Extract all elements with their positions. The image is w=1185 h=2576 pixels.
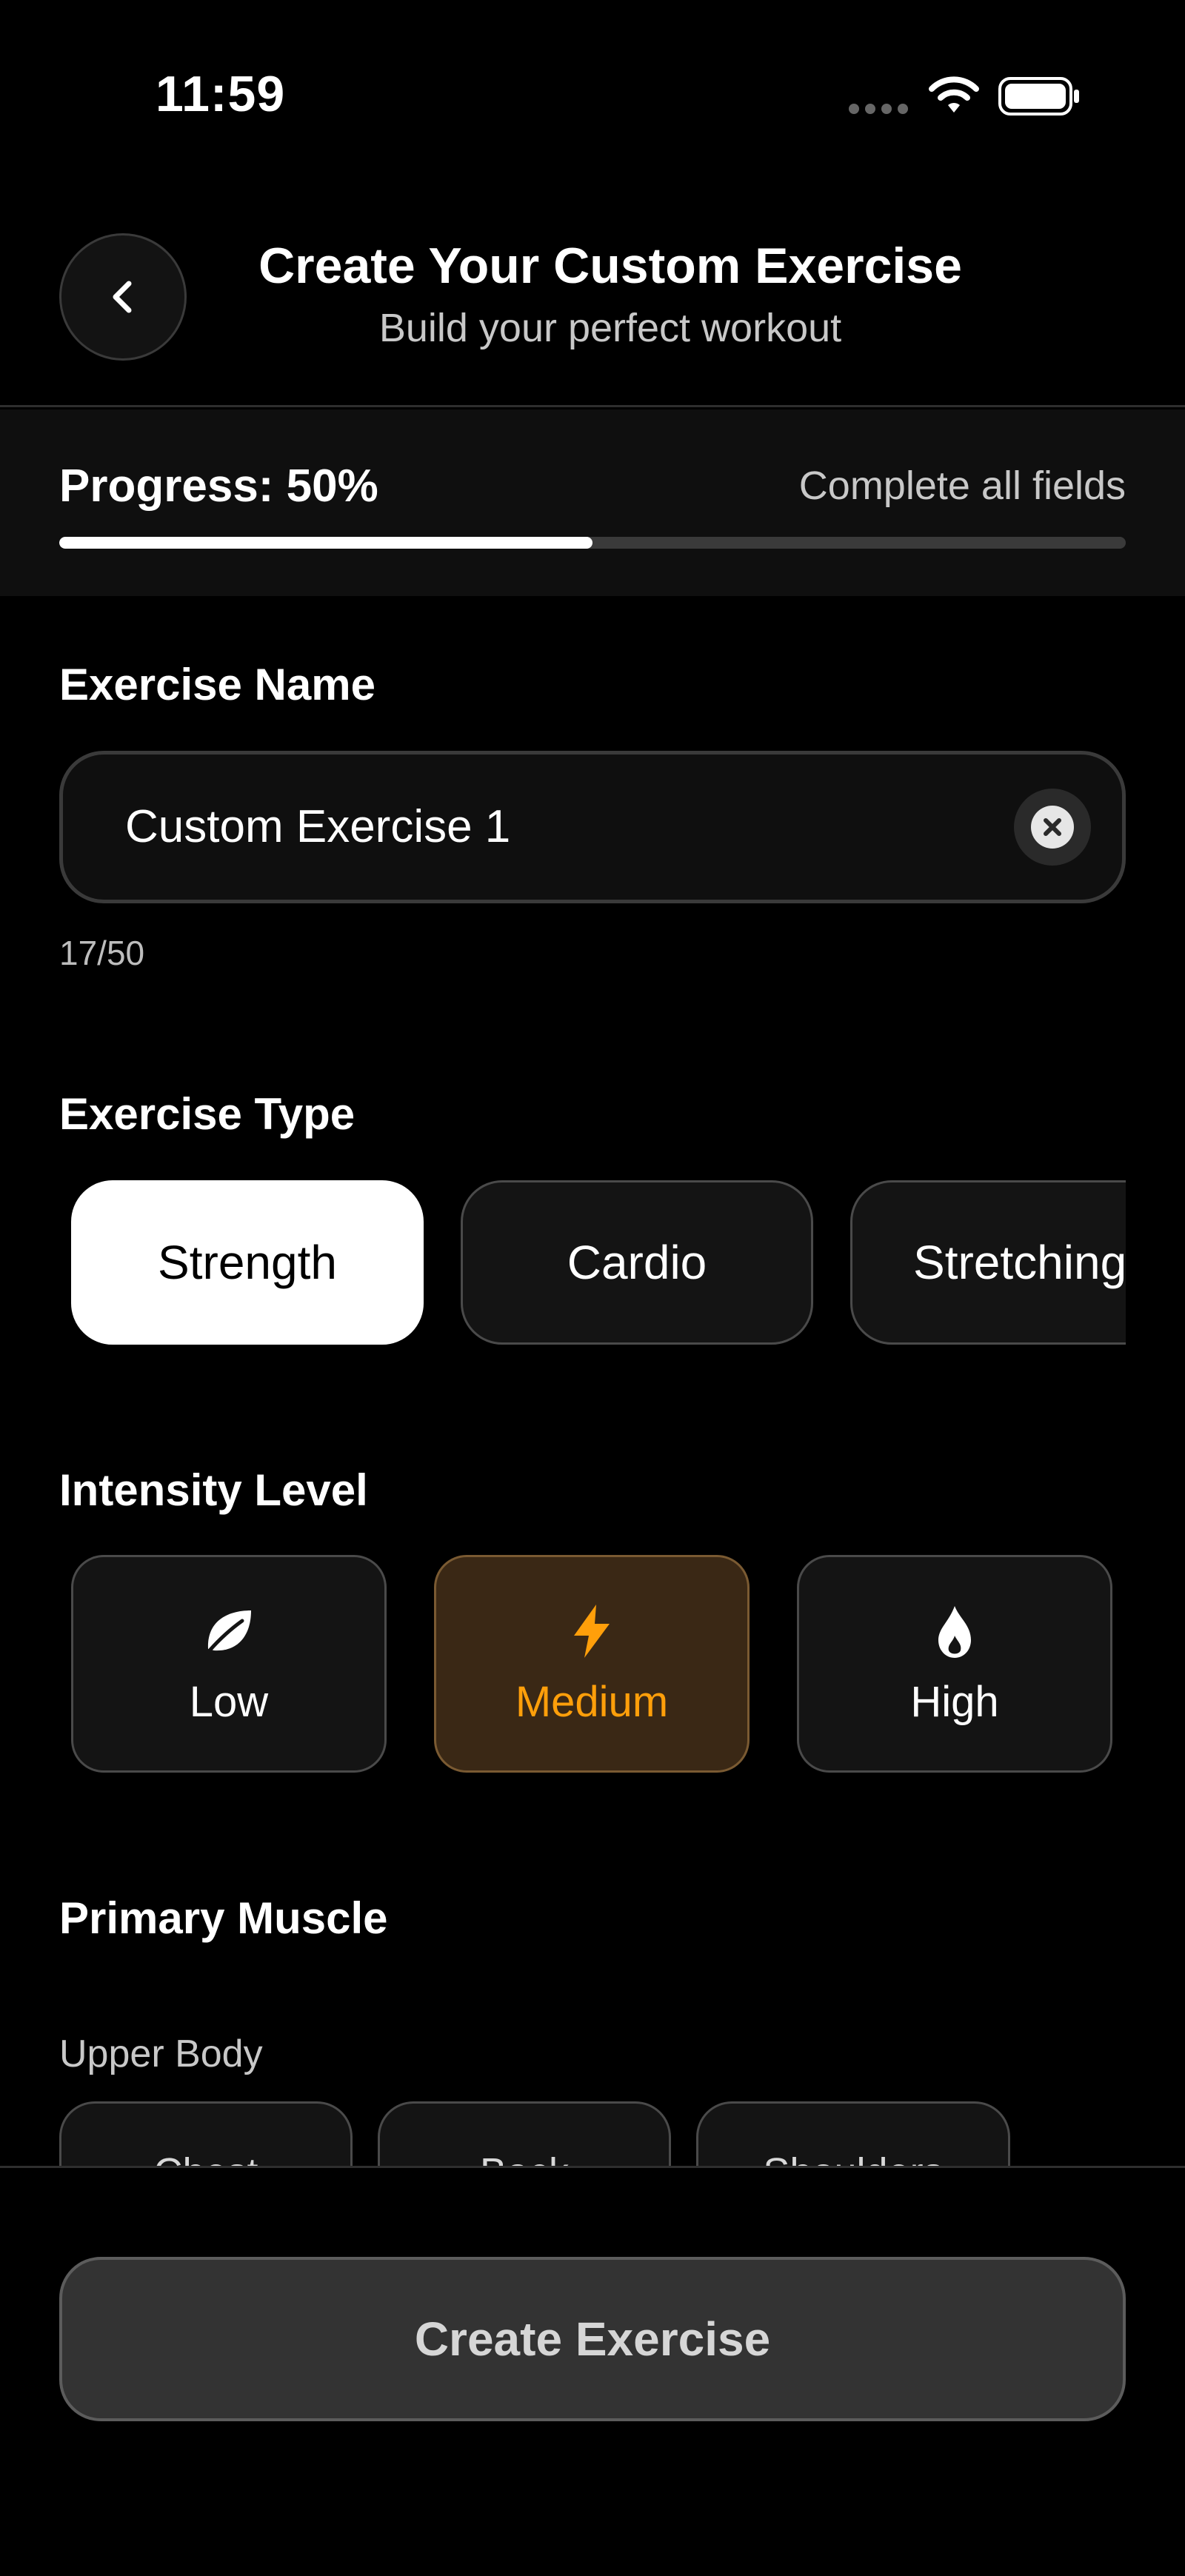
battery-icon: [998, 77, 1079, 116]
primary-muscle-label: Primary Muscle: [59, 1893, 388, 1943]
type-option-cardio[interactable]: Cardio: [461, 1180, 813, 1345]
muscle-chip-shoulders[interactable]: Shoulders: [696, 2101, 1010, 2167]
intensity-label-medium: Medium: [515, 1677, 669, 1726]
progress-section: Progress: 50% Complete all fields: [0, 409, 1185, 596]
type-option-stretching[interactable]: Stretching: [850, 1180, 1126, 1345]
progress-bar: [59, 537, 1126, 549]
intensity-label-high: High: [910, 1677, 999, 1726]
status-time: 11:59: [156, 66, 286, 122]
muscle-chip-row: Chest Back Shoulders: [0, 2101, 1185, 2167]
intensity-label-low: Low: [189, 1677, 269, 1726]
muscle-chip-back[interactable]: Back: [378, 2101, 671, 2167]
wifi-icon: [929, 76, 979, 113]
flame-icon: [938, 1605, 971, 1658]
exercise-name-label: Exercise Name: [59, 660, 375, 709]
character-count: 17/50: [59, 934, 145, 972]
create-exercise-button[interactable]: Create Exercise: [59, 2257, 1126, 2421]
intensity-level-label: Intensity Level: [59, 1465, 368, 1515]
progress-fill: [59, 537, 592, 549]
exercise-name-field[interactable]: Custom Exercise 1: [59, 751, 1126, 903]
exercise-name-value[interactable]: Custom Exercise 1: [125, 800, 510, 853]
status-bar: 11:59: [0, 0, 1185, 193]
lightning-icon: [574, 1604, 610, 1658]
intensity-option-low[interactable]: Low: [71, 1555, 387, 1773]
bottom-action-bar: Create Exercise: [0, 2166, 1185, 2576]
cellular-signal-icon: [849, 104, 908, 114]
intensity-option-high[interactable]: High: [797, 1555, 1112, 1773]
upper-body-label: Upper Body: [59, 2033, 263, 2075]
page-title: Create Your Custom Exercise: [258, 238, 962, 294]
exercise-type-label: Exercise Type: [59, 1089, 356, 1139]
exercise-type-options: Strength Cardio Stretching: [59, 1177, 1126, 1348]
leaf-icon: [207, 1610, 251, 1652]
close-icon: [1031, 806, 1074, 849]
clear-button[interactable]: [1014, 789, 1091, 866]
progress-hint: Complete all fields: [798, 464, 1126, 508]
header: Create Your Custom Exercise Build your p…: [0, 193, 1185, 407]
page-subtitle: Build your perfect workout: [378, 306, 842, 350]
type-option-strength[interactable]: Strength: [71, 1180, 424, 1345]
muscle-chip-chest[interactable]: Chest: [59, 2101, 353, 2167]
progress-label: Progress: 50%: [59, 461, 378, 512]
intensity-option-medium[interactable]: Medium: [434, 1555, 750, 1773]
